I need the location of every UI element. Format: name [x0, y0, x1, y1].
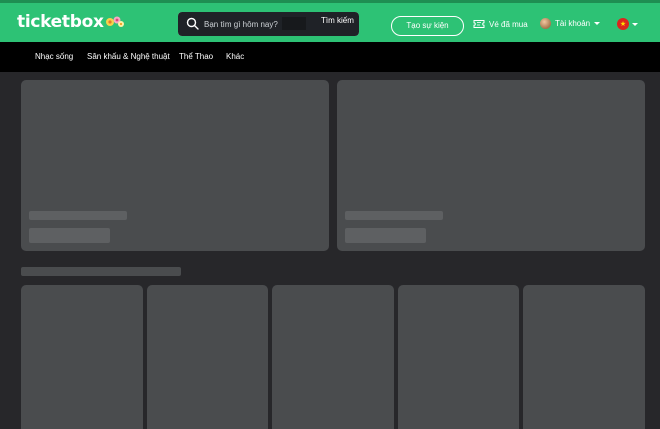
nav-item-other[interactable]: Khác [226, 52, 244, 61]
my-tickets-label: Vé đã mua [489, 19, 528, 29]
vietnam-flag-icon: ★ [617, 18, 629, 30]
search-field-shade [282, 17, 306, 30]
chevron-down-icon [632, 22, 638, 26]
search-icon [186, 17, 199, 30]
event-card-placeholder[interactable] [272, 285, 394, 429]
category-nav: Nhạc sống Sân khấu & Nghệ thuật Thể Thao… [0, 42, 660, 72]
banner-button-placeholder [345, 228, 426, 243]
my-tickets-link[interactable]: Vé đã mua [473, 19, 528, 29]
banner-title-placeholder [29, 211, 127, 220]
avatar [540, 18, 551, 29]
logo-text: ticketbox [17, 12, 104, 32]
banner-title-placeholder [345, 211, 443, 220]
search-button[interactable]: Tìm kiếm [321, 16, 354, 25]
account-menu[interactable]: Tài khoản [540, 18, 601, 29]
nav-item-theater-arts[interactable]: Sân khấu & Nghệ thuật [87, 52, 170, 61]
event-card-placeholder[interactable] [398, 285, 519, 429]
featured-banner-placeholder[interactable] [21, 80, 329, 251]
featured-banner-placeholder[interactable] [337, 80, 645, 251]
section-title-placeholder [21, 267, 181, 276]
event-card-placeholder[interactable] [21, 285, 143, 429]
chevron-down-icon [594, 22, 601, 25]
ticket-icon [473, 20, 485, 28]
nav-item-live-music[interactable]: Nhạc sống [35, 52, 73, 61]
nav-item-sports[interactable]: Thể Thao [179, 52, 213, 61]
banner-button-placeholder [29, 228, 110, 243]
event-card-placeholder[interactable] [147, 285, 268, 429]
logo-flowers-icon [105, 15, 125, 29]
top-header: ticketbox Tìm kiếm Tạo sự kiện [0, 0, 660, 42]
event-card-placeholder[interactable] [523, 285, 645, 429]
create-event-button[interactable]: Tạo sự kiện [391, 16, 464, 36]
ticketbox-logo[interactable]: ticketbox [17, 12, 125, 32]
account-label: Tài khoản [555, 19, 591, 28]
language-selector[interactable]: ★ [617, 18, 638, 30]
